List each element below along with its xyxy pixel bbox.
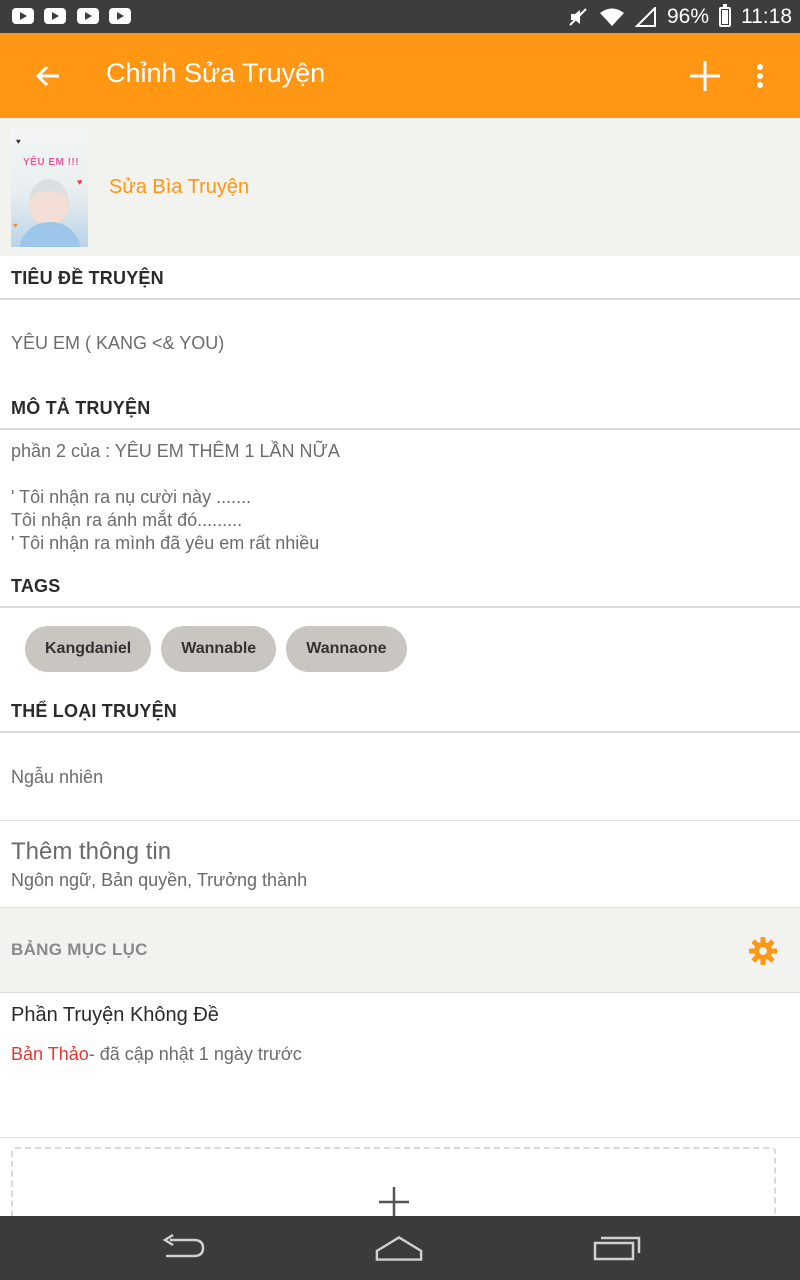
recents-icon <box>593 1236 641 1261</box>
description-section-header: MÔ TẢ TRUYỆN <box>0 386 800 430</box>
youtube-icon <box>12 8 34 24</box>
cover-image-text: YÊU EM !!! <box>23 157 80 168</box>
nav-home-button[interactable] <box>374 1230 424 1266</box>
title-section-header: TIÊU ĐỀ TRUYỆN <box>0 256 800 300</box>
toc-label: BẢNG MỤC LỤC <box>11 940 148 959</box>
heart-icon: ♥ <box>16 137 21 146</box>
back-icon <box>162 1234 205 1258</box>
part-meta: Bản Thảo- đã cập nhật 1 ngày trước <box>11 1044 302 1065</box>
portrait <box>29 179 69 225</box>
plus-icon <box>689 60 720 91</box>
more-vert-icon <box>757 63 763 88</box>
status-bar: 96% 11:18 <box>0 0 800 33</box>
divider <box>0 820 800 821</box>
part-updated: - đã cập nhật 1 ngày trước <box>88 1044 302 1064</box>
battery-percent: 96% <box>666 4 709 28</box>
heart-icon: ♥ <box>13 221 18 230</box>
heart-icon: ♥ <box>77 177 83 187</box>
home-icon <box>375 1236 423 1261</box>
page-title: Chỉnh Sửa Truyện <box>106 58 326 88</box>
tag-chip[interactable]: Kangdaniel <box>25 626 152 672</box>
cover-image[interactable]: ♥ YÊU EM !!! ♥ ♥ <box>11 127 88 247</box>
more-options-button[interactable] <box>742 53 778 98</box>
youtube-icon <box>44 8 66 24</box>
story-title-field[interactable]: YÊU EM ( KANG <& YOU) <box>11 333 224 354</box>
youtube-icon <box>109 8 131 24</box>
nav-back-button[interactable] <box>158 1230 208 1266</box>
genre-section-header: THỂ LOẠI TRUYỆN <box>0 689 800 733</box>
youtube-icon <box>77 8 99 24</box>
arrow-left-icon <box>35 65 59 86</box>
wifi-icon <box>599 7 625 27</box>
tag-chip[interactable]: Wannaone <box>286 626 407 672</box>
story-description-field[interactable]: phần 2 của : YÊU EM THÊM 1 LẦN NỮA ' Tôi… <box>11 440 791 555</box>
mute-icon <box>567 6 589 28</box>
edit-cover-link[interactable]: Sửa Bìa Truyện <box>109 176 249 199</box>
add-part-button[interactable] <box>682 53 727 98</box>
gear-icon <box>749 937 777 965</box>
nav-recents-button[interactable] <box>592 1230 642 1266</box>
back-button[interactable] <box>24 53 72 98</box>
tag-list: Kangdaniel Wannable Wannaone <box>25 626 407 672</box>
tags-section-header: TAGS <box>0 564 800 608</box>
list-item[interactable]: Phần Truyện Không Đề Bản Thảo- đã cập nh… <box>0 994 800 1138</box>
toc-settings-button[interactable] <box>746 934 780 968</box>
part-title: Phần Truyện Không Đề <box>11 1004 219 1026</box>
genre-field[interactable]: Ngẫu nhiên <box>11 767 103 788</box>
draft-status: Bản Thảo <box>11 1044 89 1064</box>
portrait-shirt <box>19 222 81 247</box>
more-info-title: Thêm thông tin <box>11 838 172 865</box>
section-label: THỂ LOẠI TRUYỆN <box>11 701 178 721</box>
section-label: TIÊU ĐỀ TRUYỆN <box>11 268 164 288</box>
table-of-contents-header: BẢNG MỤC LỤC <box>0 907 800 993</box>
cover-row[interactable]: ♥ YÊU EM !!! ♥ ♥ Sửa Bìa Truyện <box>0 118 800 256</box>
app-bar: Chỉnh Sửa Truyện <box>0 33 800 118</box>
system-navigation-bar <box>0 1216 800 1280</box>
section-label: TAGS <box>11 576 61 596</box>
more-info-subtitle: Ngôn ngữ, Bản quyền, Trưởng thành <box>11 870 308 890</box>
tag-chip[interactable]: Wannable <box>161 626 277 672</box>
section-label: MÔ TẢ TRUYỆN <box>11 398 151 418</box>
clock: 11:18 <box>741 4 792 28</box>
battery-icon <box>719 3 731 27</box>
plus-icon <box>379 1187 409 1217</box>
signal-icon <box>634 6 657 27</box>
